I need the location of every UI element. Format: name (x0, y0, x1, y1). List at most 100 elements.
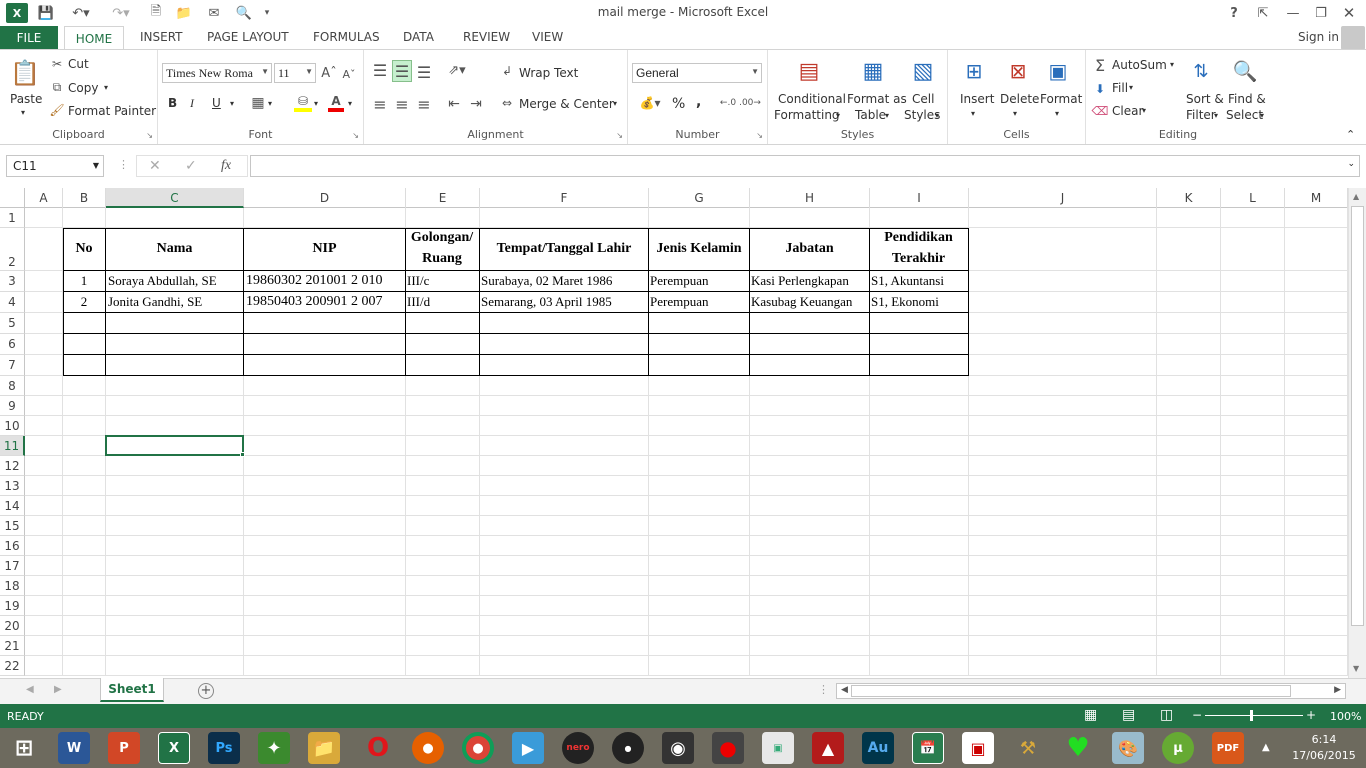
fill-button[interactable]: Fill (1112, 81, 1128, 95)
table-cell-no[interactable]: 2 (64, 294, 104, 310)
column-header-h[interactable]: H (750, 188, 870, 208)
row-header-5[interactable]: 5 (0, 313, 25, 334)
italic-button[interactable]: I (190, 96, 194, 111)
photoshop-taskbar-icon[interactable]: Ps (208, 732, 240, 764)
autosum-dropdown-icon[interactable]: ▾ (1170, 60, 1174, 69)
chrome-taskbar-icon[interactable]: ● (462, 732, 494, 764)
eraser-icon[interactable]: ⌫ (1092, 102, 1109, 120)
increase-decimal-icon[interactable]: ←.0 (718, 94, 738, 112)
select-all-corner[interactable] (0, 188, 25, 208)
row-header-4[interactable]: 4 (0, 292, 25, 313)
grow-font-icon[interactable]: Aˆ (321, 64, 336, 82)
column-header-m[interactable]: M (1285, 188, 1348, 208)
header-golongan-line2[interactable]: Ruang (406, 251, 478, 267)
cancel-icon[interactable]: ✕ (149, 158, 161, 174)
acrobat-taskbar-icon[interactable]: ▲ (812, 732, 844, 764)
column-header-d[interactable]: D (244, 188, 406, 208)
formula-input[interactable]: ⌄ (250, 155, 1360, 177)
zoom-in-icon[interactable]: + (1306, 708, 1316, 722)
merge-dropdown-icon[interactable]: ▾ (613, 99, 617, 108)
next-sheet-icon[interactable]: ▶ (54, 684, 62, 695)
column-header-f[interactable]: F (480, 188, 649, 208)
header-nama[interactable]: Nama (107, 241, 242, 257)
scroll-up-icon[interactable]: ▲ (1353, 192, 1359, 201)
tab-page-layout[interactable]: PAGE LAYOUT (207, 30, 289, 44)
merge-center-icon[interactable]: ⇔ (498, 94, 516, 112)
name-box-dropdown-icon[interactable]: ▼ (93, 161, 99, 170)
formula-bar-splitter-icon[interactable]: ⋮ (118, 158, 129, 171)
sort-filter-dropdown-icon[interactable]: ▾ (1214, 111, 1218, 120)
header-pendidikan-line1[interactable]: Pendidikan (870, 230, 967, 246)
row-header-14[interactable]: 14 (0, 496, 25, 516)
format-painter-icon[interactable]: 🖌 (49, 102, 64, 118)
tab-splitter-icon[interactable]: ⋮ (818, 683, 829, 696)
scroll-right-icon[interactable]: ▶ (1334, 685, 1341, 695)
tab-file[interactable]: FILE (0, 26, 58, 50)
wrap-text-button[interactable]: Wrap Text (519, 66, 578, 80)
vertical-scroll-thumb[interactable] (1351, 206, 1364, 626)
increase-indent-icon[interactable]: ⇥ (466, 94, 486, 114)
align-center-icon[interactable]: ≡ (392, 94, 412, 114)
audition-taskbar-icon[interactable]: Au (862, 732, 894, 764)
table-cell-jenis-kelamin[interactable]: Perempuan (650, 294, 748, 310)
font-size-dropdown-icon[interactable]: ▼ (305, 67, 313, 76)
number-format-combo[interactable]: General ▼ (632, 63, 762, 83)
corel-taskbar-icon[interactable]: ✦ (258, 732, 290, 764)
alignment-launcher-icon[interactable]: ↘ (616, 131, 623, 140)
row-header-15[interactable]: 15 (0, 516, 25, 536)
tray-expand-icon[interactable]: ▲ (1262, 742, 1270, 753)
font-color-icon[interactable]: A (328, 94, 344, 112)
clock-time[interactable]: 6:14 (1286, 733, 1362, 746)
normal-view-icon[interactable]: ▦ (1084, 707, 1097, 723)
vertical-scrollbar[interactable]: ▲ ▼ (1348, 188, 1366, 678)
sheet-tab-sheet1[interactable]: Sheet1 (100, 678, 164, 702)
borders-dropdown-icon[interactable]: ▾ (268, 99, 272, 108)
insert-cells-icon[interactable]: ⊞ (960, 56, 988, 86)
selected-cell-c11[interactable] (105, 435, 244, 456)
autosum-button[interactable]: AutoSum (1112, 58, 1167, 72)
find-select-label1[interactable]: Find & (1228, 92, 1266, 106)
font-name-dropdown-icon[interactable]: ▼ (261, 67, 269, 76)
row-header-7[interactable]: 7 (0, 355, 25, 376)
number-format-dropdown-icon[interactable]: ▼ (751, 67, 759, 76)
fill-color-icon[interactable]: ⛁ (294, 94, 312, 112)
font-launcher-icon[interactable]: ↘ (352, 131, 359, 140)
header-jabatan[interactable]: Jabatan (751, 241, 868, 257)
row-header-9[interactable]: 9 (0, 396, 25, 416)
comma-button[interactable]: , (696, 94, 701, 110)
find-select-icon[interactable]: 🔍 (1230, 56, 1260, 86)
copy-dropdown-icon[interactable]: ▾ (104, 83, 108, 92)
recorder-taskbar-icon[interactable]: ● (712, 732, 744, 764)
cut-button[interactable]: Cut (68, 57, 89, 71)
powerpoint-taskbar-icon[interactable]: P (108, 732, 140, 764)
page-layout-view-icon[interactable]: ▤ (1122, 707, 1135, 723)
accounting-format-icon[interactable]: 💰▾ (636, 94, 664, 112)
galaxy-taskbar-icon[interactable]: ● (612, 732, 644, 764)
utorrent-taskbar-icon[interactable]: µ (1162, 732, 1194, 764)
camera-taskbar-icon[interactable]: ◉ (662, 732, 694, 764)
expand-formula-bar-icon[interactable]: ⌄ (1347, 159, 1355, 169)
find-select-dropdown-icon[interactable]: ▾ (1260, 111, 1264, 120)
row-header-17[interactable]: 17 (0, 556, 25, 576)
delete-button[interactable]: Delete (1000, 92, 1039, 106)
format-as-table-label1[interactable]: Format as (847, 92, 907, 106)
tab-insert[interactable]: INSERT (140, 30, 183, 44)
column-header-l[interactable]: L (1221, 188, 1285, 208)
paste-button[interactable]: Paste (10, 92, 42, 106)
row-header-13[interactable]: 13 (0, 476, 25, 496)
table-cell-no[interactable]: 1 (64, 273, 104, 289)
minimize-button[interactable]: — (1284, 3, 1302, 23)
calendar-taskbar-icon[interactable]: 📅 (912, 732, 944, 764)
horizontal-scroll-thumb[interactable] (851, 685, 1291, 697)
new-sheet-button[interactable]: + (198, 683, 214, 699)
header-no[interactable]: No (64, 241, 104, 257)
zoom-slider-thumb[interactable] (1250, 710, 1253, 721)
borders-icon[interactable]: ▦ (250, 94, 266, 112)
sort-filter-label1[interactable]: Sort & (1186, 92, 1224, 106)
row-header-16[interactable]: 16 (0, 536, 25, 556)
underline-dropdown-icon[interactable]: ▾ (230, 99, 234, 108)
name-box[interactable]: C11 ▼ (6, 155, 104, 177)
worksheet-grid[interactable]: No Nama NIP Golongan/ Ruang Tempat/Tangg… (25, 208, 1348, 676)
autosum-icon[interactable]: Σ (1092, 56, 1108, 75)
tab-review[interactable]: REVIEW (463, 30, 510, 44)
